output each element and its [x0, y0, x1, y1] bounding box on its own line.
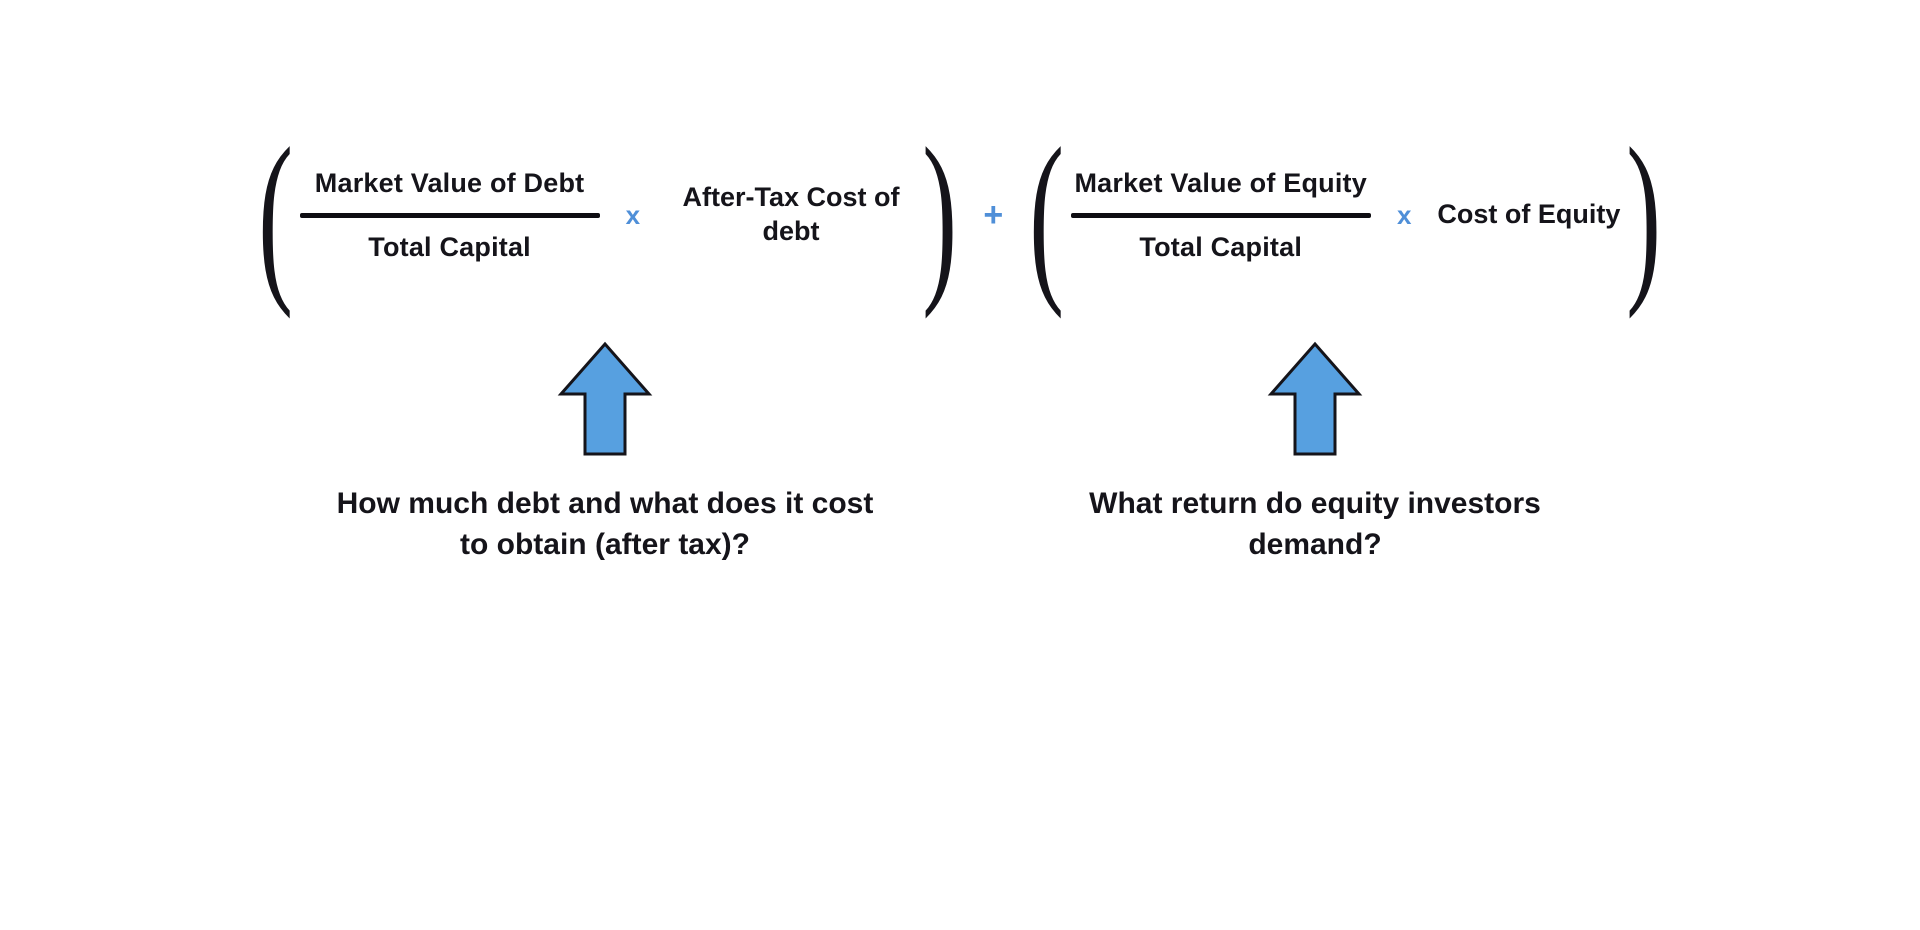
- equity-caption: What return do equity investors demand?: [1035, 484, 1595, 565]
- debt-fraction-numerator: Market Value of Debt: [311, 160, 589, 207]
- debt-fraction-bar: [300, 213, 600, 218]
- formula-row: ( Market Value of Debt Total Capital x A…: [0, 120, 1920, 310]
- open-paren-right: (: [1029, 120, 1064, 310]
- debt-annotation: How much debt and what does it cost to o…: [295, 340, 915, 565]
- equity-fraction: Market Value of Equity Total Capital: [1070, 160, 1370, 271]
- debt-fraction: Market Value of Debt Total Capital: [300, 160, 600, 271]
- equity-fraction-denominator: Total Capital: [1135, 224, 1306, 271]
- up-arrow-icon: [1265, 340, 1365, 460]
- multiply-operator-equity: x: [1397, 200, 1411, 231]
- cost-of-equity-label: Cost of Equity: [1437, 198, 1620, 232]
- plus-operator: +: [983, 196, 1003, 235]
- equity-term: ( Market Value of Equity Total Capital x…: [1029, 120, 1662, 310]
- wacc-formula-diagram: ( Market Value of Debt Total Capital x A…: [0, 0, 1920, 930]
- annotation-gap: [915, 340, 1005, 565]
- debt-term-inner: Market Value of Debt Total Capital x Aft…: [294, 160, 922, 271]
- close-paren-left: ): [922, 120, 957, 310]
- debt-fraction-denominator: Total Capital: [364, 224, 535, 271]
- up-arrow-icon: [555, 340, 655, 460]
- equity-term-inner: Market Value of Equity Total Capital x C…: [1064, 160, 1626, 271]
- equity-fraction-bar: [1071, 213, 1371, 218]
- equity-fraction-numerator: Market Value of Equity: [1070, 160, 1370, 207]
- close-paren-right: ): [1627, 120, 1662, 310]
- open-paren-left: (: [259, 120, 294, 310]
- multiply-operator-debt: x: [626, 200, 640, 231]
- annotations-row: How much debt and what does it cost to o…: [0, 340, 1920, 565]
- debt-term: ( Market Value of Debt Total Capital x A…: [258, 120, 957, 310]
- after-tax-cost-of-debt-label: After-Tax Cost of debt: [666, 181, 916, 249]
- equity-annotation: What return do equity investors demand?: [1005, 340, 1625, 565]
- debt-caption: How much debt and what does it cost to o…: [325, 484, 885, 565]
